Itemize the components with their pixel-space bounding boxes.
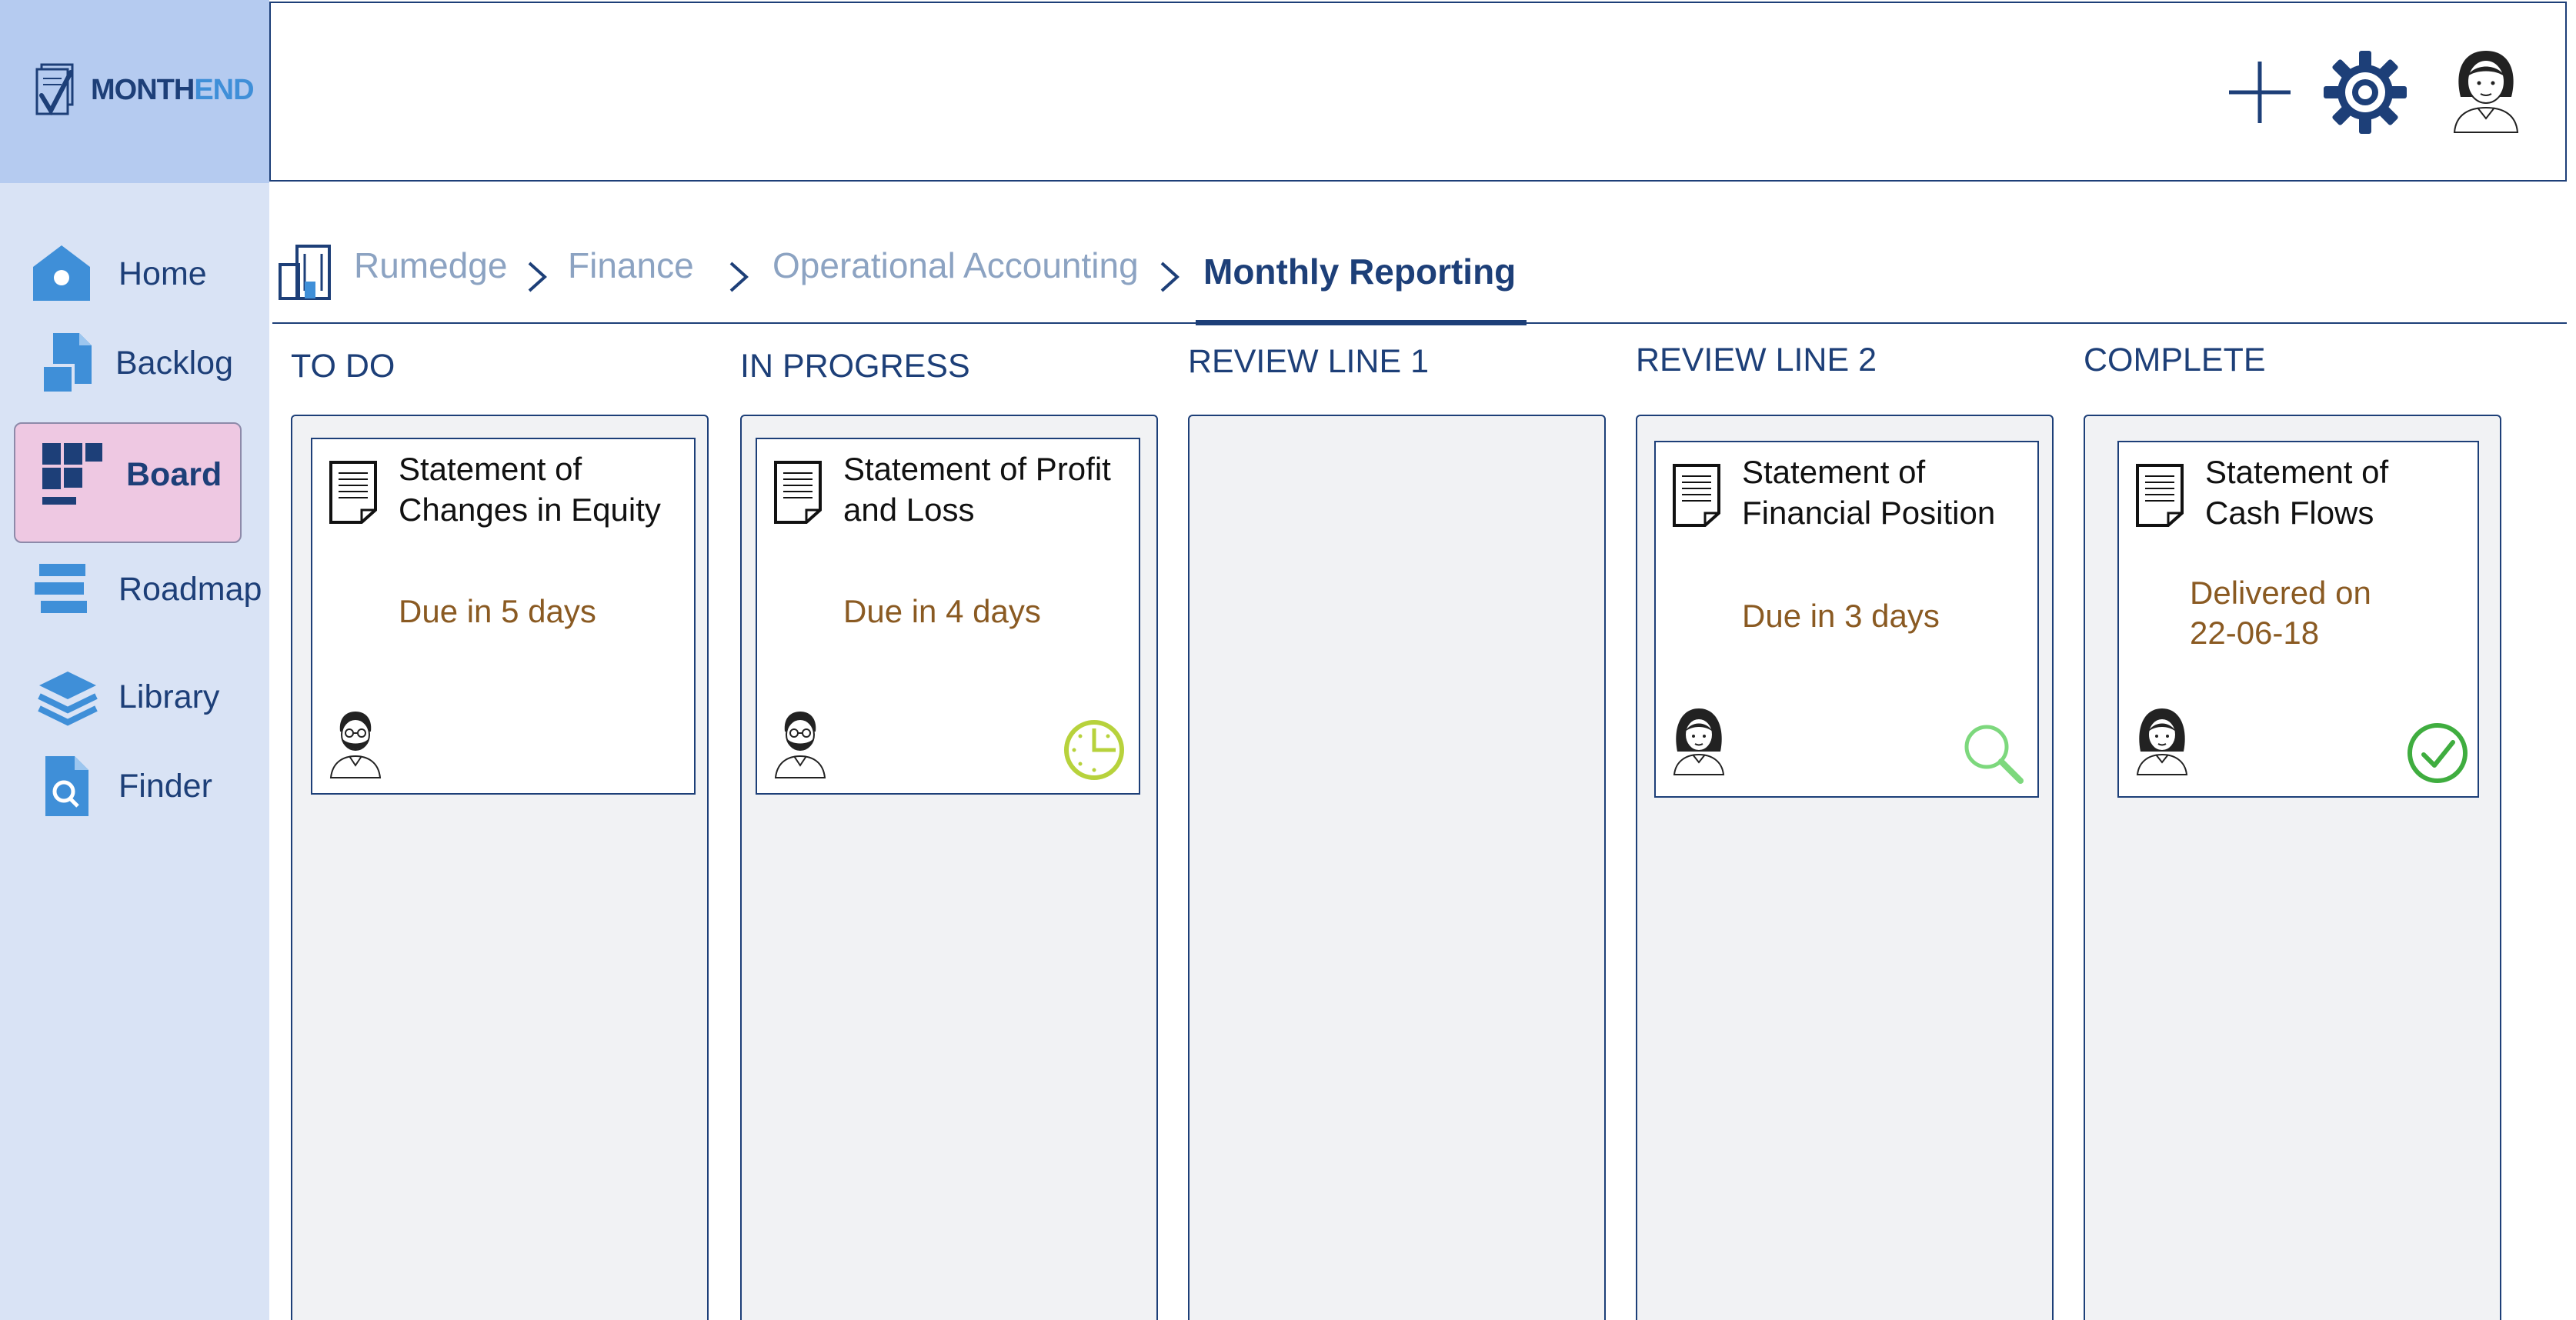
task-card[interactable]: Statement of Profit and Loss Due in 4 da… [756,438,1140,795]
top-header [269,2,2567,182]
sidebar-item-label: Finder [118,767,212,805]
woman-avatar-icon[interactable] [2133,705,2191,776]
woman-avatar-icon[interactable] [1670,705,1728,776]
task-card[interactable]: Statement of Financial Position Due in 3… [1654,441,2039,798]
card-title: Statement of Profit and Loss [843,451,1111,528]
sidebar-item-label: Roadmap [118,570,262,608]
card-title: Statement of Changes in Equity [399,451,661,528]
clock-icon[interactable] [1060,716,1128,784]
document-icon [329,461,377,524]
chevron-right-icon [528,262,547,292]
sidebar-item-label: Board [126,455,222,493]
sidebar-item-home[interactable]: Home [0,228,269,320]
backlog-icon [29,325,106,402]
column-in-progress[interactable]: Statement of Profit and Loss Due in 4 da… [740,415,1158,1320]
sidebar-item-label: Backlog [115,344,233,382]
gear-icon [2324,51,2407,134]
board-icon [34,436,111,513]
card-delivered-status: Delivered on 22-06-18 [2190,575,2371,651]
breadcrumb-item-operational-accounting[interactable]: Operational Accounting [772,245,1139,286]
bearded-man-avatar-icon[interactable] [771,708,829,779]
building-icon [279,245,331,300]
column-todo[interactable]: Statement of Changes in Equity Due in 5 … [291,415,709,1320]
column-complete[interactable]: Statement of Cash Flows Delivered on 22-… [2084,415,2501,1320]
plus-icon [2229,62,2291,123]
sidebar-item-label: Home [118,255,207,292]
magnifier-icon[interactable] [1959,719,2027,787]
logo-text-month: MONTH [91,73,195,106]
breadcrumb-item-rumedge[interactable]: Rumedge [354,245,507,286]
card-title: Statement of Cash Flows [2205,454,2389,531]
column-title-review-line-2: REVIEW LINE 2 [1636,342,1877,378]
woman-avatar-icon [2453,51,2519,133]
document-icon [1673,464,1720,527]
sidebar-item-roadmap[interactable]: Roadmap [0,543,269,635]
column-title-in-progress: IN PROGRESS [740,348,970,385]
library-icon [29,658,106,735]
chevron-right-icon [1160,262,1180,292]
sidebar-item-library[interactable]: Library [0,651,269,743]
settings-button[interactable] [2319,46,2411,138]
finder-icon [26,748,103,825]
chevron-right-icon [729,262,749,292]
sidebar-item-label: Library [118,678,220,715]
document-icon [774,461,822,524]
sidebar-item-backlog[interactable]: Backlog [0,317,269,409]
logo-check-icon [35,63,74,116]
add-button[interactable] [2221,54,2298,131]
task-card[interactable]: Statement of Changes in Equity Due in 5 … [311,438,696,795]
app-logo[interactable]: MONTHEND [34,62,255,118]
task-card[interactable]: Statement of Cash Flows Delivered on 22-… [2117,441,2479,798]
breadcrumb-item-monthly-reporting: Monthly Reporting [1203,252,1517,292]
sidebar-item-board[interactable]: Board [0,428,269,521]
card-due-status: Due in 3 days [1742,598,1940,634]
sidebar: MONTHEND Home Backlog Board Roadmap Libr [0,0,269,1320]
column-title-todo: TO DO [291,348,395,385]
sidebar-item-finder[interactable]: Finder [0,740,269,832]
column-title-review-line-1: REVIEW LINE 1 [1188,343,1430,380]
roadmap-icon [23,551,100,628]
card-title: Statement of Financial Position [1742,454,1996,531]
column-title-complete: COMPLETE [2084,342,2266,378]
document-icon [2136,464,2184,527]
card-due-status: Due in 4 days [843,593,1041,629]
breadcrumb-item-finance[interactable]: Finance [568,245,694,286]
user-avatar-button[interactable] [2444,42,2528,134]
logo-text-end: END [194,73,254,106]
card-due-status: Due in 5 days [399,593,596,629]
column-review-line-2[interactable]: Statement of Financial Position Due in 3… [1636,415,2054,1320]
check-circle-icon[interactable] [2404,719,2471,787]
breadcrumb-active-underline [1196,320,1527,325]
logo-area: MONTHEND [0,0,269,183]
column-review-line-1[interactable] [1188,415,1606,1320]
home-icon [23,235,100,312]
bearded-man-avatar-icon[interactable] [326,708,385,779]
